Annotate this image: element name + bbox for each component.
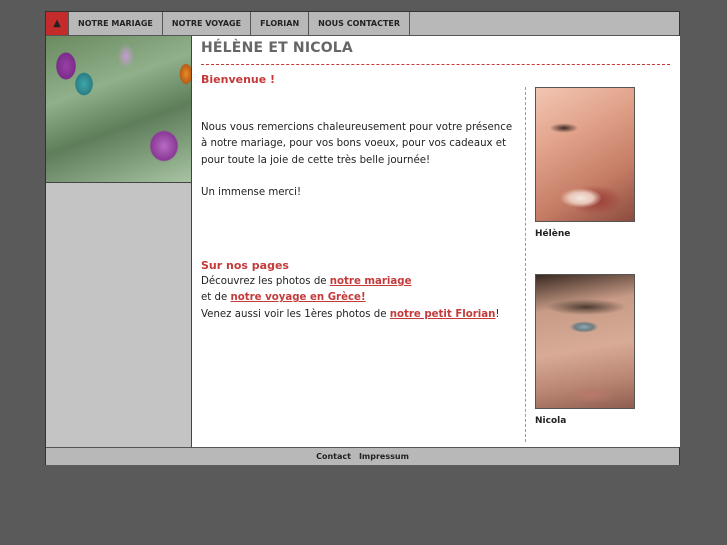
left-sidebar: [46, 36, 192, 447]
footer: Contact Impressum: [46, 447, 679, 465]
page-title: HÉLÈNE ET NICOLA: [201, 40, 353, 56]
intro-text: Nous vous remercions chaleureusement pou…: [201, 122, 513, 166]
top-navigation: ▲ NOTRE MARIAGE NOTRE VOYAGE FLORIAN NOU…: [46, 12, 679, 36]
welcome-heading: Bienvenue !: [201, 73, 276, 86]
line3-text: Venez aussi voir les 1ères photos de: [201, 308, 390, 320]
links-line-1: Découvrez les photos de notre mariage: [201, 274, 519, 290]
link-notre-mariage[interactable]: notre mariage: [330, 276, 412, 287]
caption-helene: Hélène: [535, 229, 571, 239]
column-divider: [525, 87, 526, 442]
nav-item-florian[interactable]: FLORIAN: [251, 12, 310, 35]
links-line-2: et de notre voyage en Grèce!: [201, 290, 519, 306]
nav-item-notre-mariage[interactable]: NOTRE MARIAGE: [69, 12, 163, 35]
line3-suffix: !: [495, 308, 500, 320]
page-frame: ▲ NOTRE MARIAGE NOTRE VOYAGE FLORIAN NOU…: [45, 11, 680, 465]
photo-helene: [535, 87, 635, 222]
footer-link-contact[interactable]: Contact: [316, 452, 351, 461]
thanks-text: Un immense merci!: [201, 187, 302, 198]
home-button[interactable]: ▲: [46, 12, 69, 35]
nav-item-notre-voyage[interactable]: NOTRE VOYAGE: [163, 12, 252, 35]
link-notre-petit-florian[interactable]: notre petit Florian: [390, 309, 496, 320]
photo-nicola: [535, 274, 635, 409]
link-notre-voyage[interactable]: notre voyage en Grèce!: [230, 292, 365, 303]
home-icon: ▲: [53, 18, 61, 29]
nav-item-nous-contacter[interactable]: NOUS CONTACTER: [309, 12, 411, 35]
line2-text: et de: [201, 292, 231, 304]
flower-image: [46, 36, 191, 183]
pages-heading: Sur nos pages: [201, 259, 289, 272]
line1-text: Découvrez les photos de: [201, 276, 330, 287]
title-divider: [201, 64, 670, 65]
links-line-3: Venez aussi voir les 1ères photos de not…: [201, 307, 519, 323]
pages-links: Découvrez les photos de notre mariage et…: [201, 274, 519, 323]
main-content: HÉLÈNE ET NICOLA Bienvenue ! Nous vous r…: [192, 36, 680, 447]
caption-nicola: Nicola: [535, 416, 567, 426]
footer-link-impressum[interactable]: Impressum: [359, 452, 409, 461]
